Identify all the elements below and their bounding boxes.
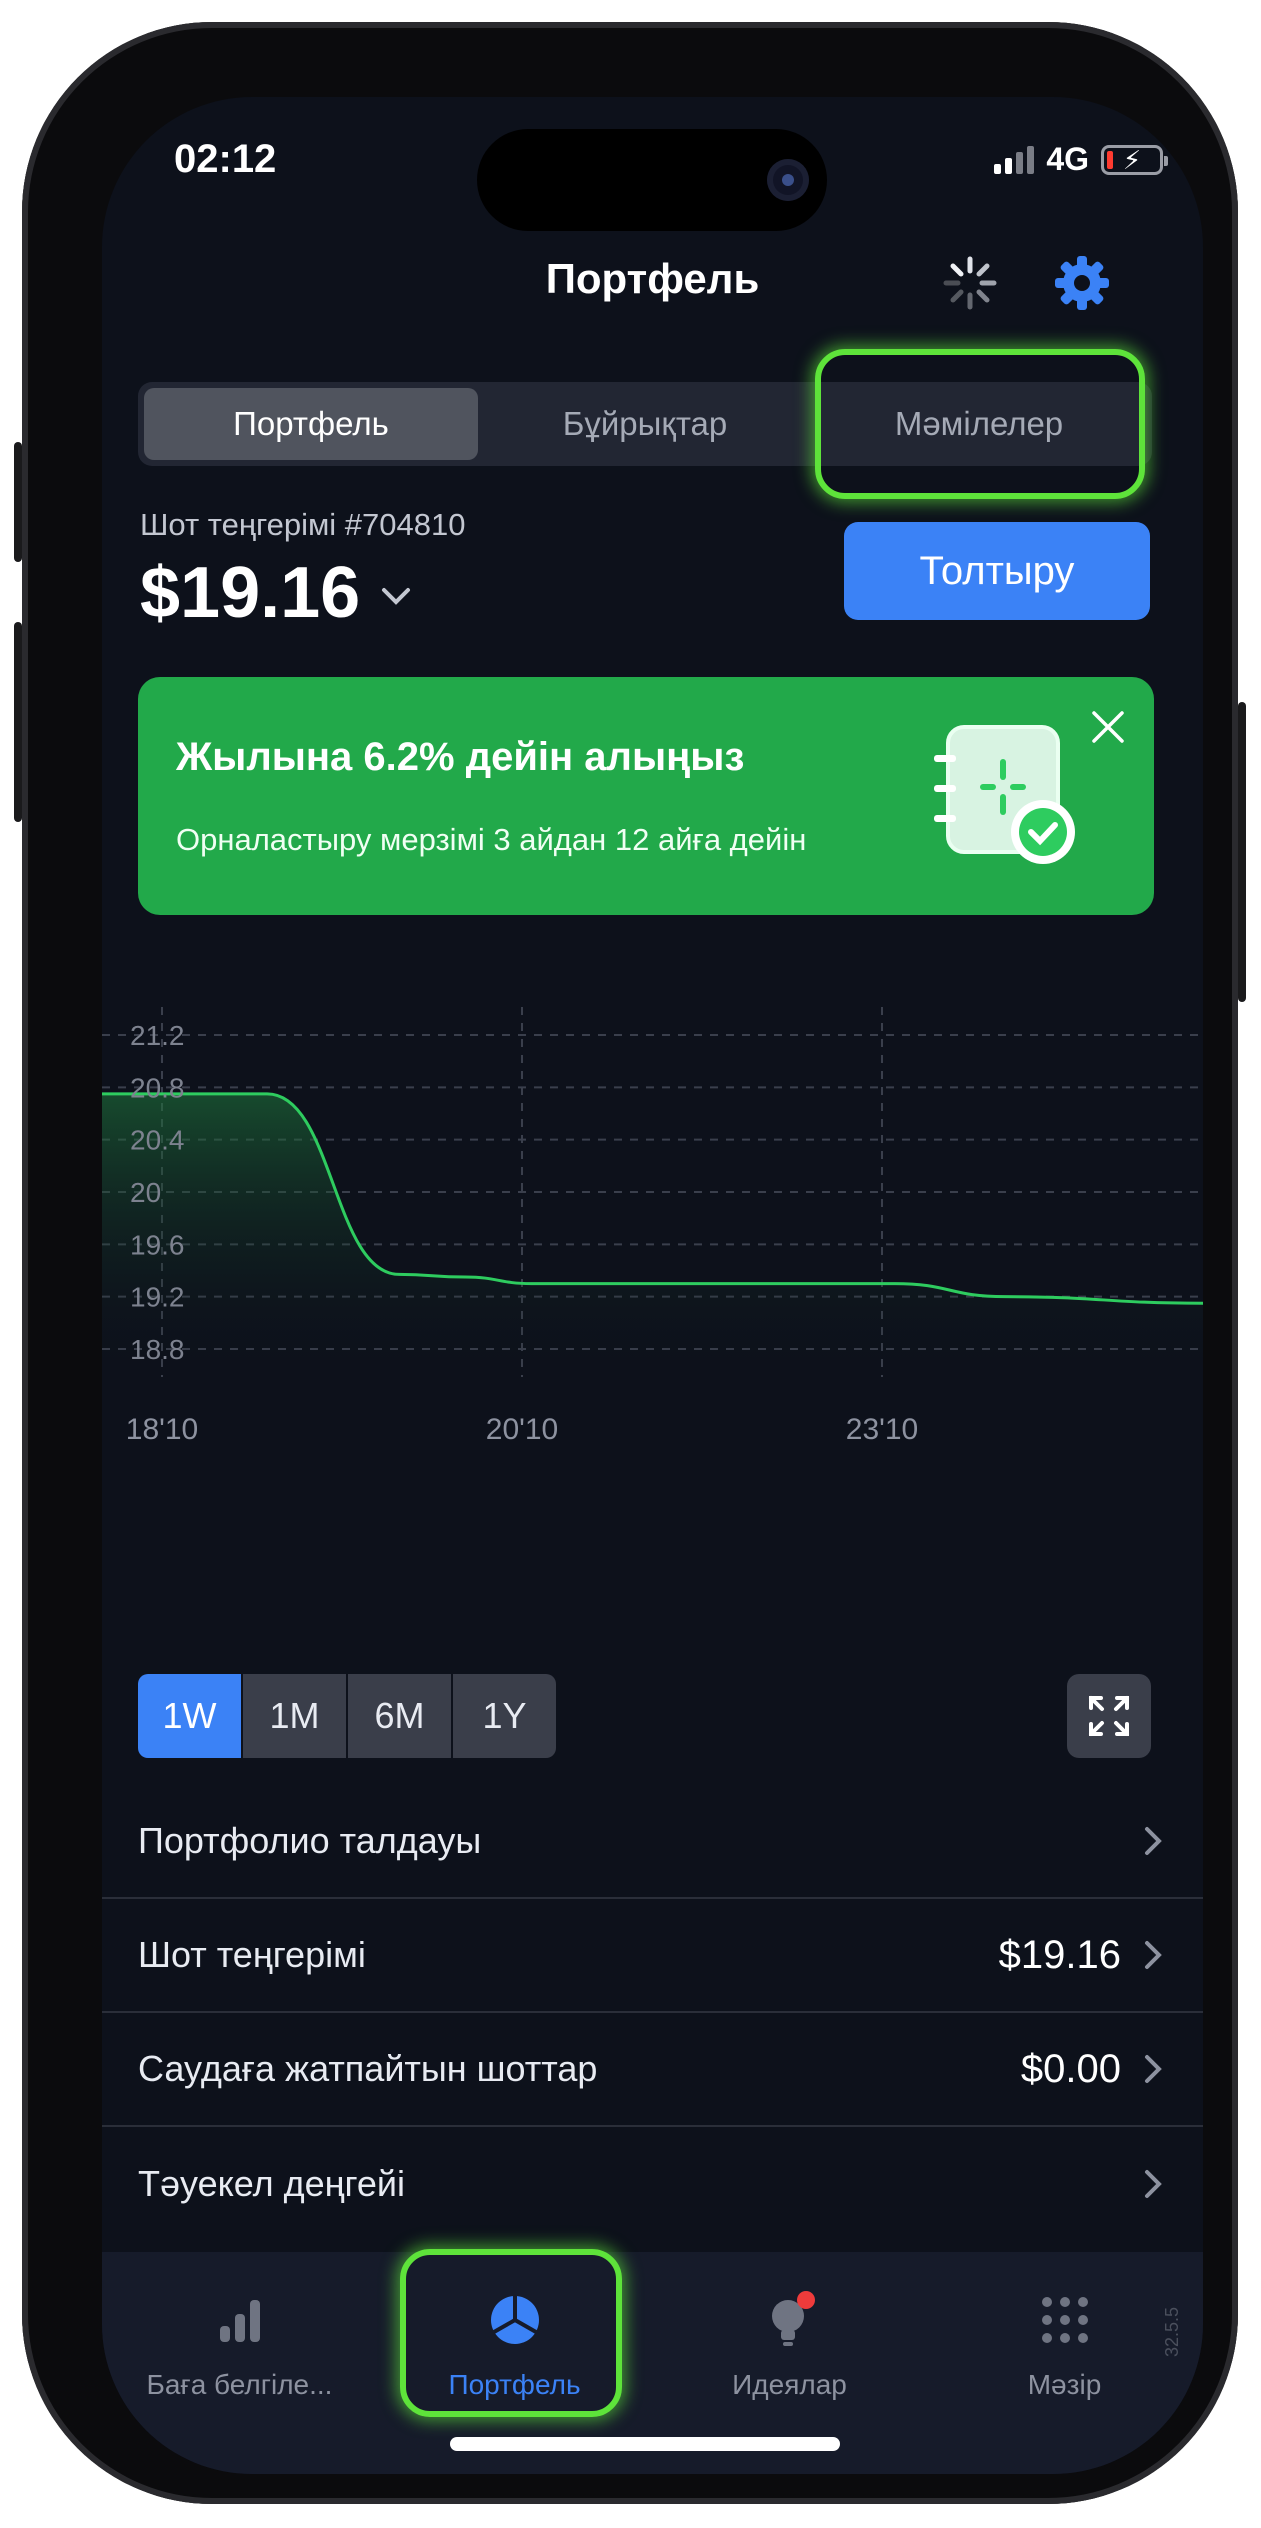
home-indicator[interactable]	[450, 2437, 840, 2451]
fullscreen-button[interactable]	[1067, 1674, 1151, 1758]
status-time: 02:12	[174, 137, 277, 181]
deposit-illustration-icon	[934, 725, 1075, 864]
list-item-non-trading-accounts[interactable]: Саудаға жатпайтын шоттар $0.00	[102, 2013, 1203, 2127]
battery-icon: ⚡	[1101, 144, 1168, 175]
grid-dots-icon	[1041, 2297, 1088, 2343]
y-tick-label: 20.8	[130, 1072, 185, 1103]
deals-tab-highlight	[815, 349, 1145, 499]
tab-portfolio[interactable]: Портфель	[144, 388, 478, 460]
camera-icon	[767, 159, 809, 201]
range-6m-button[interactable]: 6M	[348, 1674, 451, 1758]
list-item-account-balance[interactable]: Шот теңгерімі $19.16	[102, 1899, 1203, 2013]
y-tick-label: 21.2	[130, 1020, 185, 1051]
phone-frame: 02:12 4G ⚡ Портфель Портфель Бұйрықтар М…	[14, 22, 1246, 2504]
tab-label: Мәзір	[1027, 2369, 1102, 2400]
tab-ideas[interactable]: Идеялар	[652, 2290, 927, 2401]
expand-icon	[1089, 1696, 1129, 1736]
lightbulb-icon	[771, 2291, 815, 2346]
network-type: 4G	[1046, 141, 1089, 177]
chevron-right-icon	[1145, 1827, 1162, 1855]
loading-spinner-icon	[943, 256, 997, 310]
dynamic-island	[477, 129, 827, 231]
topup-button[interactable]: Толтыру	[844, 522, 1150, 620]
series-area	[102, 1093, 1203, 1377]
y-tick-label: 19.2	[130, 1282, 185, 1313]
app-version: 32.5.5	[1162, 2306, 1182, 2357]
portfolio-chart[interactable]: 21.2 20.8 20.4 20 19.6 19.2 18.8 18'10 20'10 23'1…	[102, 977, 1203, 1677]
promo-title: Жылына 6.2% дейін алыңыз	[176, 735, 745, 779]
range-1w-button[interactable]: 1W	[138, 1674, 241, 1758]
tab-menu[interactable]: Мәзір	[927, 2290, 1202, 2401]
account-balance[interactable]: $19.16	[140, 552, 414, 634]
chevron-right-icon	[1145, 2055, 1162, 2083]
list-item-label: Портфолио талдауы	[138, 1820, 482, 1861]
promo-banner[interactable]: Жылына 6.2% дейін алыңыз Орналастыру мер…	[138, 677, 1154, 915]
app-screen: 02:12 4G ⚡ Портфель Портфель Бұйрықтар М…	[102, 97, 1203, 2474]
list-item-value: $19.16	[998, 1932, 1121, 1977]
phone-side-button	[14, 442, 22, 562]
list-item-portfolio-analysis[interactable]: Портфолио талдауы	[102, 1785, 1203, 1899]
list-item-label: Саудаға жатпайтын шоттар	[138, 2048, 598, 2089]
y-tick-label: 20	[130, 1177, 161, 1208]
notification-dot	[796, 2291, 815, 2309]
y-tick-label: 18.8	[130, 1334, 185, 1365]
tab-orders[interactable]: Бұйрықтар	[478, 388, 812, 460]
account-balance-value: $19.16	[140, 553, 361, 633]
x-tick-label: 23'10	[846, 1413, 918, 1446]
account-balance-label: Шот теңгерімі #704810	[140, 507, 466, 542]
tab-label: Баға белгіле...	[146, 2369, 333, 2400]
page-title: Портфель	[545, 255, 760, 302]
signal-icon	[994, 145, 1035, 174]
time-range-selector: 1W 1M 6M 1Y	[138, 1674, 556, 1758]
phone-side-button	[1238, 702, 1246, 1002]
portfolio-info-list: Портфолио талдауы Шот теңгерімі $19.16 С…	[102, 1785, 1203, 2241]
settings-gear-icon[interactable]	[1052, 253, 1112, 313]
tab-quotes[interactable]: Баға белгіле...	[102, 2290, 377, 2401]
x-tick-label: 20'10	[486, 1413, 558, 1446]
list-item-value: $0.00	[1020, 2046, 1121, 2091]
range-1y-button[interactable]: 1Y	[453, 1674, 556, 1758]
tab-label: Идеялар	[732, 2369, 847, 2400]
chevron-right-icon	[1145, 1941, 1162, 1969]
bars-icon	[219, 2300, 260, 2342]
x-tick-label: 18'10	[126, 1413, 198, 1446]
status-indicators: 4G ⚡	[994, 141, 1168, 178]
y-tick-label: 19.6	[130, 1229, 185, 1260]
list-item-risk-level[interactable]: Тәуекел деңгейі	[102, 2127, 1203, 2241]
list-item-label: Шот теңгерімі	[138, 1934, 366, 1975]
chevron-right-icon	[1145, 2170, 1162, 2198]
phone-side-button	[14, 622, 22, 822]
close-icon[interactable]	[1088, 707, 1128, 747]
range-1m-button[interactable]: 1M	[243, 1674, 346, 1758]
chevron-down-icon	[382, 588, 411, 605]
promo-subtitle: Орналастыру мерзімі 3 айдан 12 айға дейі…	[176, 822, 807, 857]
list-item-label: Тәуекел деңгейі	[138, 2163, 405, 2204]
portfolio-tab-highlight	[400, 2249, 622, 2417]
y-tick-label: 20.4	[130, 1125, 185, 1156]
